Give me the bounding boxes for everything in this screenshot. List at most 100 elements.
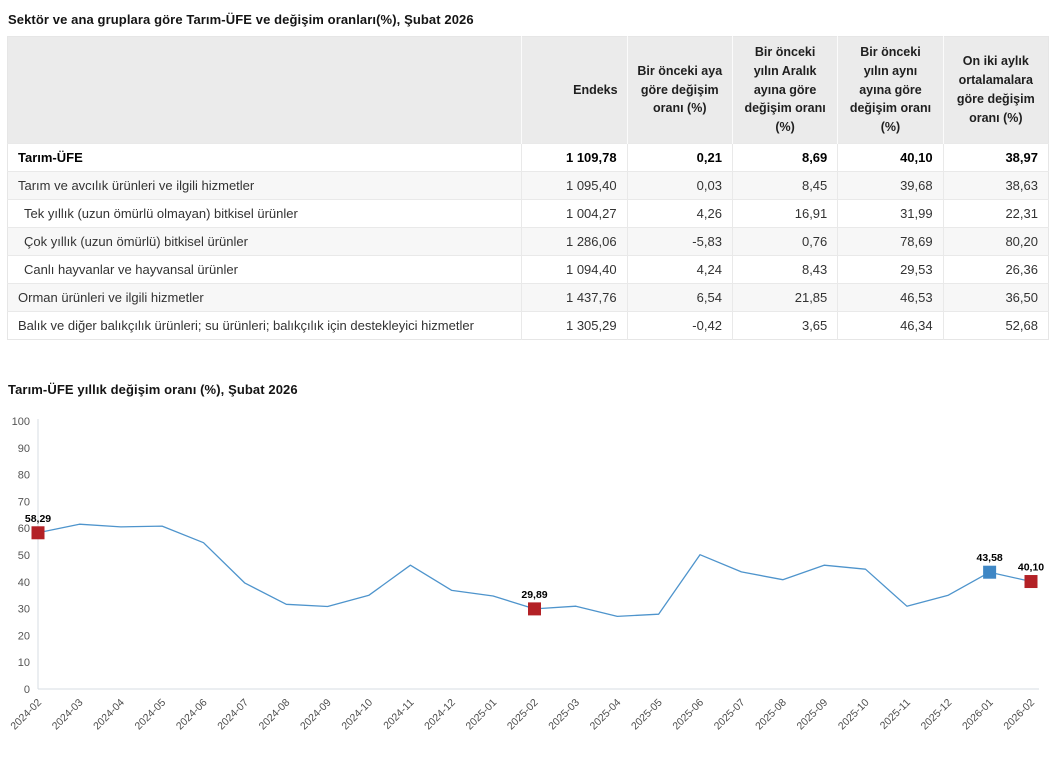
- x-axis-tick-label: 2025-03: [546, 696, 582, 732]
- table-body: Tarım-ÜFE1 109,780,218,6940,1038,97Tarım…: [8, 143, 1049, 339]
- x-axis-tick-label: 2025-10: [836, 696, 872, 732]
- row-value: 0,03: [627, 171, 732, 199]
- row-value: 1 437,76: [522, 283, 627, 311]
- row-value: 1 305,29: [522, 311, 627, 339]
- row-value: 38,97: [943, 143, 1048, 171]
- x-axis-tick-label: 2025-02: [505, 696, 541, 732]
- x-axis-tick-label: 2025-04: [588, 696, 624, 732]
- column-header: Endeks: [522, 37, 627, 144]
- row-value: 39,68: [838, 171, 943, 199]
- marker-annual-point: [1025, 575, 1038, 588]
- row-value: 21,85: [732, 283, 837, 311]
- row-value: 8,69: [732, 143, 837, 171]
- marker-value-label: 29,89: [521, 589, 547, 601]
- row-value: 80,20: [943, 227, 1048, 255]
- row-label: Çok yıllık (uzun ömürlü) bitkisel ürünle…: [8, 227, 522, 255]
- agri-ppi-table: EndeksBir önceki aya göre değişim oranı …: [7, 36, 1049, 340]
- row-value: 78,69: [838, 227, 943, 255]
- x-axis-tick-label: 2024-02: [8, 696, 44, 732]
- row-value: 8,45: [732, 171, 837, 199]
- row-value: 0,21: [627, 143, 732, 171]
- y-axis-tick-label: 60: [18, 523, 30, 535]
- x-axis-tick-label: 2026-02: [1001, 696, 1037, 732]
- row-value: -5,83: [627, 227, 732, 255]
- x-axis-tick-label: 2024-04: [91, 696, 127, 732]
- y-axis-tick-label: 80: [18, 469, 30, 481]
- y-axis-tick-label: 90: [18, 443, 30, 455]
- row-label: Orman ürünleri ve ilgili hizmetler: [8, 283, 522, 311]
- column-header: Bir önceki yılın Aralık ayına göre değiş…: [732, 37, 837, 144]
- row-value: 26,36: [943, 255, 1048, 283]
- line-chart: 01020304050607080901002024-022024-032024…: [7, 401, 1049, 753]
- x-axis-tick-label: 2024-06: [174, 696, 210, 732]
- row-value: 0,76: [732, 227, 837, 255]
- table-row: Tek yıllık (uzun ömürlü olmayan) bitkise…: [8, 199, 1049, 227]
- x-axis-tick-label: 2024-09: [298, 696, 334, 732]
- x-axis-tick-label: 2024-03: [50, 696, 86, 732]
- column-header: Bir önceki yılın aynı ayına göre değişim…: [838, 37, 943, 144]
- marker-value-label: 58,29: [25, 513, 51, 525]
- y-axis-tick-label: 70: [18, 496, 30, 508]
- row-label: Balık ve diğer balıkçılık ürünleri; su ü…: [8, 311, 522, 339]
- row-value: 22,31: [943, 199, 1048, 227]
- marker-value-label: 40,10: [1018, 561, 1044, 573]
- y-axis-tick-label: 100: [12, 416, 30, 428]
- marker-annual-point: [528, 602, 541, 615]
- table-title: Sektör ve ana gruplara göre Tarım-ÜFE ve…: [8, 12, 1049, 27]
- x-axis-tick-label: 2025-08: [753, 696, 789, 732]
- row-value: 16,91: [732, 199, 837, 227]
- row-value: 46,53: [838, 283, 943, 311]
- y-axis-tick-label: 30: [18, 603, 30, 615]
- table-row: Canlı hayvanlar ve hayvansal ürünler1 09…: [8, 255, 1049, 283]
- row-value: 52,68: [943, 311, 1048, 339]
- row-value: 4,24: [627, 255, 732, 283]
- row-value: 8,43: [732, 255, 837, 283]
- table-row: Tarım-ÜFE1 109,780,218,6940,1038,97: [8, 143, 1049, 171]
- page: Sektör ve ana gruplara göre Tarım-ÜFE ve…: [0, 0, 1056, 734]
- row-value: 1 109,78: [522, 143, 627, 171]
- x-axis-tick-label: 2025-05: [629, 696, 665, 732]
- row-value: 1 094,40: [522, 255, 627, 283]
- column-header: Bir önceki aya göre değişim oranı (%): [627, 37, 732, 144]
- row-value: 38,63: [943, 171, 1048, 199]
- row-value: 1 286,06: [522, 227, 627, 255]
- chart-section: Tarım-ÜFE yıllık değişim oranı (%), Şuba…: [7, 382, 1049, 758]
- table-section: Sektör ve ana gruplara göre Tarım-ÜFE ve…: [7, 12, 1049, 340]
- table-row: Orman ürünleri ve ilgili hizmetler1 437,…: [8, 283, 1049, 311]
- row-value: 6,54: [627, 283, 732, 311]
- x-axis-tick-label: 2024-12: [422, 696, 458, 732]
- x-axis-tick-label: 2024-10: [339, 696, 375, 732]
- y-axis-tick-label: 0: [24, 684, 30, 696]
- row-value: 4,26: [627, 199, 732, 227]
- row-label: Tarım-ÜFE: [8, 143, 522, 171]
- x-axis-tick-label: 2024-05: [133, 696, 169, 732]
- y-axis-tick-label: 20: [18, 630, 30, 642]
- column-header: On iki aylık ortalamalara göre değişim o…: [943, 37, 1048, 144]
- x-axis-tick-label: 2024-08: [257, 696, 293, 732]
- x-axis-tick-label: 2025-12: [919, 696, 955, 732]
- marker-annual-point: [32, 526, 45, 539]
- row-value: 46,34: [838, 311, 943, 339]
- row-value: -0,42: [627, 311, 732, 339]
- x-axis-tick-label: 2026-01: [960, 696, 996, 732]
- x-axis-tick-label: 2025-06: [670, 696, 706, 732]
- row-value: 29,53: [838, 255, 943, 283]
- row-value: 1 095,40: [522, 171, 627, 199]
- x-axis-tick-label: 2025-11: [878, 696, 913, 731]
- y-axis-tick-label: 10: [18, 657, 30, 669]
- row-value: 1 004,27: [522, 199, 627, 227]
- marker-value-label: 43,58: [976, 552, 1002, 564]
- row-value: 31,99: [838, 199, 943, 227]
- row-value: 3,65: [732, 311, 837, 339]
- table-header-row: EndeksBir önceki aya göre değişim oranı …: [8, 37, 1049, 144]
- x-axis-tick-label: 2025-09: [795, 696, 831, 732]
- row-label: Tarım ve avcılık ürünleri ve ilgili hizm…: [8, 171, 522, 199]
- x-axis-tick-label: 2025-07: [712, 696, 748, 732]
- table-header: EndeksBir önceki aya göre değişim oranı …: [8, 37, 1049, 144]
- x-axis-tick-label: 2025-01: [464, 696, 500, 732]
- column-header-empty: [8, 37, 522, 144]
- row-value: 36,50: [943, 283, 1048, 311]
- row-value: 40,10: [838, 143, 943, 171]
- x-axis-tick-label: 2024-11: [381, 696, 416, 731]
- row-label: Tek yıllık (uzun ömürlü olmayan) bitkise…: [8, 199, 522, 227]
